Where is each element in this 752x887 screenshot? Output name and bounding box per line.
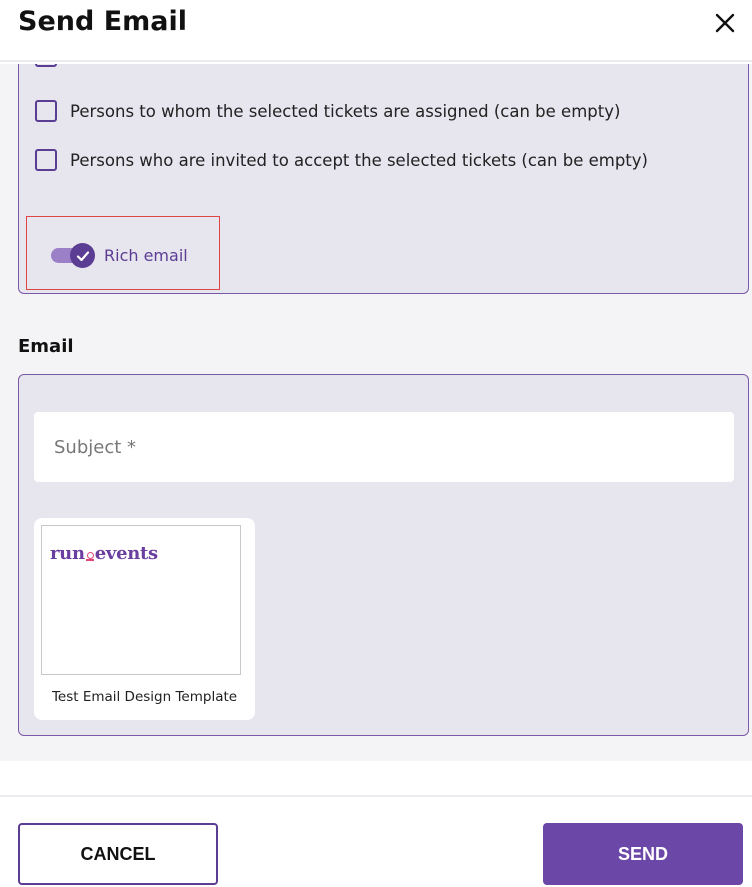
invited-checkbox-label: Persons who are invited to accept the se… xyxy=(70,150,648,170)
checkbox-row-partial[interactable] xyxy=(35,64,70,68)
assigned-checkbox[interactable] xyxy=(35,100,57,122)
recipients-panel: Persons to whom the selected tickets are… xyxy=(18,64,749,294)
rich-email-highlight: Rich email xyxy=(26,216,220,290)
assigned-checkbox-label: Persons to whom the selected tickets are… xyxy=(70,101,621,121)
email-panel: run events Test Email Design Template xyxy=(18,374,749,736)
dialog-title: Send Email xyxy=(18,6,188,37)
close-icon[interactable] xyxy=(710,8,740,38)
checkbox[interactable] xyxy=(35,64,57,67)
check-icon xyxy=(76,250,89,261)
rich-email-toggle[interactable] xyxy=(49,243,97,268)
email-template-card[interactable]: run events Test Email Design Template xyxy=(34,518,255,720)
dialog-footer: CANCEL SEND xyxy=(0,795,752,887)
subject-input[interactable] xyxy=(34,412,734,482)
template-thumbnail: run events xyxy=(41,525,241,675)
checkbox-row-invited[interactable]: Persons who are invited to accept the se… xyxy=(35,148,648,172)
runevents-logo: run events xyxy=(50,543,158,564)
rich-email-label: Rich email xyxy=(104,246,188,265)
invited-checkbox[interactable] xyxy=(35,149,57,171)
cancel-button[interactable]: CANCEL xyxy=(18,823,218,885)
send-button[interactable]: SEND xyxy=(543,823,743,885)
template-name: Test Email Design Template xyxy=(51,689,238,705)
dialog-content[interactable]: Persons to whom the selected tickets are… xyxy=(0,64,752,761)
checkbox-row-assigned[interactable]: Persons to whom the selected tickets are… xyxy=(35,99,620,123)
email-section-title: Email xyxy=(18,336,74,357)
dialog-header: Send Email xyxy=(0,0,752,62)
toggle-knob xyxy=(70,243,95,268)
